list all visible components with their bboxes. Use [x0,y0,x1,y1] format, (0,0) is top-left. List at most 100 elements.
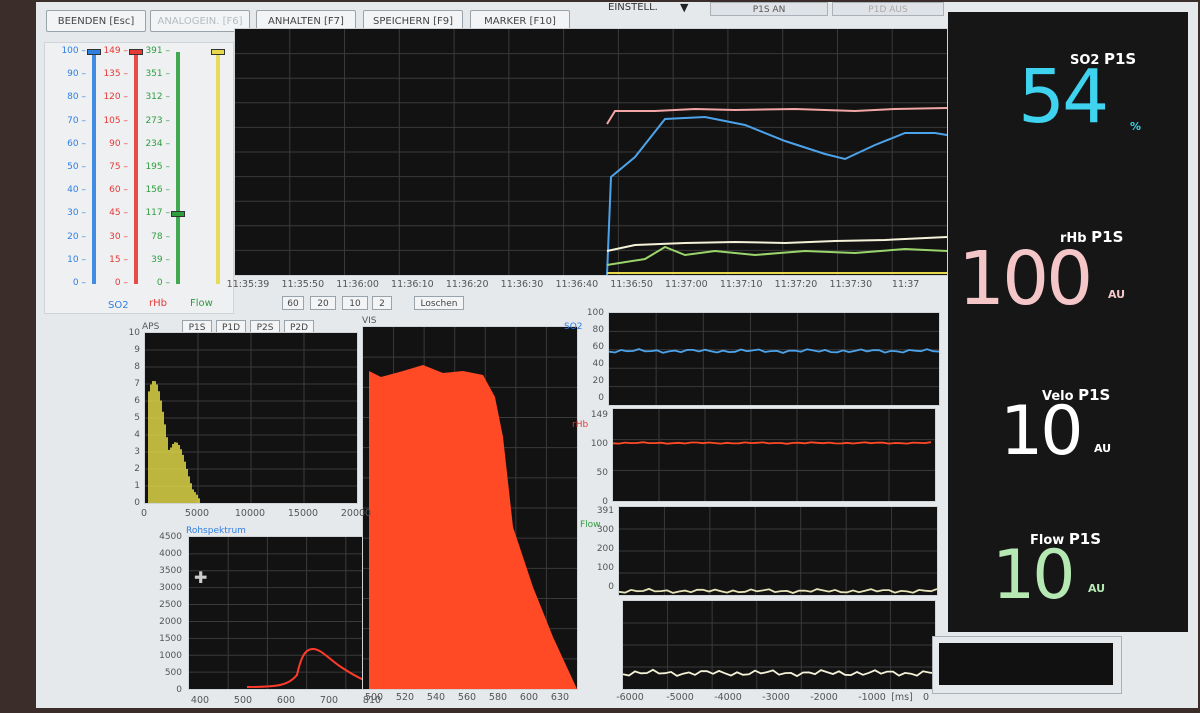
mini-rhb-ytick: 100 [590,439,608,449]
mini-rhb-plot [613,409,935,501]
mini-so2-plot [609,313,939,405]
slider-so2-tick: 10 – [67,254,86,265]
mini-velo-plot [623,601,935,689]
mini-so2-ytick: 0 [598,393,604,403]
zoom-60-button[interactable]: 60 [282,296,304,310]
vis-label: VIS [362,316,377,326]
loschen-button[interactable]: Loschen [414,296,464,310]
vis-xtick: 500 [364,692,384,703]
mini-xtick: -4000 [714,692,742,703]
slider-rhb-tick: 75 – [109,162,128,172]
tab-p1d[interactable]: P1D AUS [832,2,944,16]
mini-so2-ytick: 40 [592,359,604,369]
trend-time-tick: 11:36:10 [391,279,434,290]
zoom-2-button[interactable]: 2 [372,296,392,310]
slider-so2-tick: 90 – [67,69,86,80]
rhb-value: 100 [958,236,1093,322]
vis-xtick: 540 [426,692,446,703]
aps-ytick: 3 [134,447,140,457]
roh-xtick: 700 [319,695,339,706]
tab-p1s-an[interactable]: P1S AN [710,2,828,16]
trend-time-tick: 11:36:40 [555,279,599,290]
trend-rhb-line [606,107,947,125]
chevron-down-icon[interactable]: ▼ [680,2,688,14]
slider-flow-tick: 156 – [145,185,170,196]
slider-flow-tick: 391 – [145,46,170,56]
slider-so2-tick: 30 – [67,208,86,219]
mini-rhb-ytick: 149 [590,410,608,420]
monitor-screen: BEENDEN [Esc] ANALOGEIN. [F6] ANHALTEN [… [36,2,1198,708]
slider-flow-tick: 234 – [145,138,170,149]
trend-time-tick: 11:35:50 [281,279,325,290]
aps-ytick: 0 [134,498,140,508]
slider-rhb-tick: 105 – [103,115,128,126]
mini-so2-chart [608,312,940,406]
trend-time-tick: 11:37:20 [774,279,818,290]
roh-ytick: 3500 [159,566,182,576]
rohspektrum-chart [188,536,386,690]
mini-so2-ytick: 100 [586,308,604,318]
mini-flow-ytick: 300 [596,525,614,535]
zoom-20-button[interactable]: 20 [310,296,336,310]
trend-plot [235,29,947,275]
velo-unit: AU [1094,442,1112,455]
trend-time-tick: 11:35:39 [226,279,270,290]
roh-ytick: 0 [176,685,182,695]
mini-xtick: -1000 [858,692,886,703]
mini-so2-ytick: 60 [592,342,604,352]
mini-velo-chart [622,600,936,690]
aps-ytick: 6 [134,396,140,406]
slider-area [44,42,234,314]
aps-ytick: 2 [134,464,140,474]
trend-time-tick: 11:36:30 [500,279,544,290]
mini-flow-ytick: 391 [596,506,614,516]
rohspektrum-label: Rohspektrum [186,526,246,536]
slider-rhb-tick: 15 – [109,254,128,265]
aps-xtick: 0 [140,508,148,519]
roh-ytick: 4000 [159,549,182,559]
slider-flow-tick: 0 – [156,278,170,288]
vis-xtick: 580 [488,692,508,703]
mini-so2-ytick: 20 [592,376,604,386]
vis-spectrum [369,365,577,689]
slider-so2-tick: 60 – [67,138,86,149]
slider-flow-tick: 273 – [145,115,170,126]
mini-flow-ytick: 100 [596,563,614,573]
beenden-button[interactable]: BEENDEN [Esc] [46,10,146,32]
roh-ytick: 1500 [159,634,182,644]
mini-rhb-line [613,441,932,445]
roh-xtick: 500 [233,695,253,706]
slider-velo-knob[interactable] [211,49,225,55]
slider-rhb-label: rHb [149,298,167,309]
slider-flow-tick: 312 – [145,92,170,103]
mini-flow-ytick: 0 [608,582,614,592]
einstell-label[interactable]: EINSTELL. [608,2,658,13]
aps-label: APS [142,322,160,332]
vis-plot [363,327,577,689]
mini-velo-line [623,668,935,678]
roh-ytick: 2000 [159,617,182,627]
slider-flow-tick: 39 – [151,254,170,265]
roh-xtick: 600 [276,695,296,706]
aps-plot [145,333,357,503]
trend-time-tick: 11:36:20 [445,279,489,290]
crosshair-cursor-icon: ✚ [194,568,208,587]
slider-velo-bar [216,52,220,284]
aps-ytick: 9 [134,345,140,355]
roh-ytick: 4500 [159,532,182,542]
aps-xtick: 5000 [184,508,210,519]
aps-bars [148,381,200,503]
vis-xtick: 520 [395,692,415,703]
slider-rhb-tick: 45 – [109,208,128,219]
mini-xtick: -2000 [810,692,838,703]
zoom-10-button[interactable]: 10 [342,296,368,310]
slider-flow-tick: 78 – [151,231,170,242]
aps-xtick: 10000 [234,508,266,519]
mini-rhb-chart [612,408,936,502]
mini-flow-chart [618,506,938,596]
slider-rhb-tick: 149 – [103,46,128,56]
roh-ytick: 2500 [159,600,182,610]
slider-flow-knob[interactable] [171,211,185,218]
aps-ytick: 4 [134,430,140,440]
aps-chart [144,332,358,504]
